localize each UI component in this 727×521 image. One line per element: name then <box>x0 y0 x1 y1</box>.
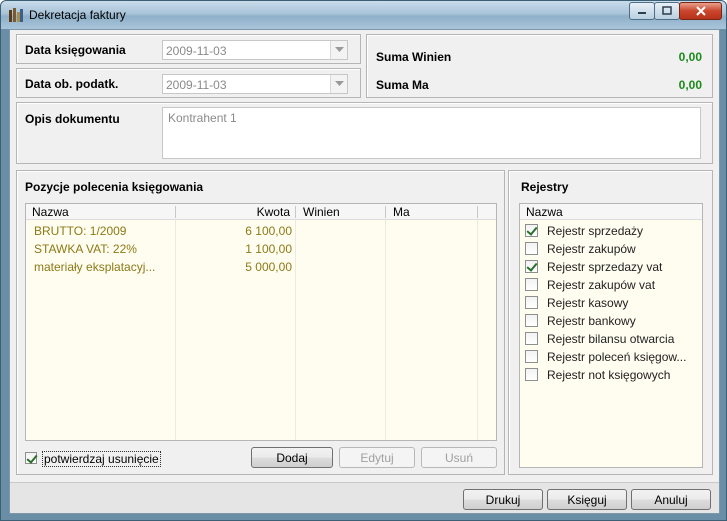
column-header-credit[interactable]: Ma <box>393 205 410 219</box>
row-amount: 1 100,00 <box>245 242 292 256</box>
dialog-window: Dekretacja faktury Data księgowania 2009… <box>0 0 727 521</box>
tax-date-combo[interactable]: 2009-11-03 <box>162 74 348 94</box>
register-checkbox[interactable] <box>525 224 538 237</box>
register-label: Rejestr sprzedaży <box>547 224 644 238</box>
column-header-name[interactable]: Nazwa <box>32 205 69 219</box>
register-checkbox[interactable] <box>525 296 538 309</box>
row-amount: 6 100,00 <box>245 224 292 238</box>
cancel-button[interactable]: Anuluj <box>631 489 711 510</box>
register-label: Rejestr bilansu otwarcia <box>547 332 675 346</box>
description-panel: Opis dokumentu Kontrahent 1 <box>16 102 713 164</box>
register-checkbox[interactable] <box>525 278 538 291</box>
tax-date-panel: Data ob. podatk. 2009-11-03 <box>16 68 361 98</box>
register-label: Rejestr kasowy <box>547 296 629 310</box>
confirm-delete-checkbox[interactable] <box>25 452 37 464</box>
print-button[interactable]: Drukuj <box>463 489 543 510</box>
add-button[interactable]: Dodaj <box>251 447 333 468</box>
list-item[interactable]: Rejestr not księgowych <box>520 365 702 383</box>
close-icon <box>695 6 706 16</box>
minimize-icon <box>638 12 646 14</box>
delete-button[interactable]: Usuń <box>421 447 497 468</box>
registers-panel: Rejestry Nazwa Rejestr sprzedaży Rejestr… <box>508 170 713 475</box>
description-textarea[interactable]: Kontrahent 1 <box>162 107 701 159</box>
list-item[interactable]: Rejestr kasowy <box>520 293 702 311</box>
close-button[interactable] <box>679 2 722 20</box>
chevron-down-icon[interactable] <box>330 41 347 59</box>
chevron-down-icon[interactable] <box>330 75 347 93</box>
column-header-name[interactable]: Nazwa <box>526 205 563 219</box>
list-item[interactable]: Rejestr zakupów vat <box>520 275 702 293</box>
positions-title: Pozycje polecenia księgowania <box>25 180 204 194</box>
list-item[interactable]: Rejestr sprzedazy vat <box>520 257 702 275</box>
tax-date-label: Data ob. podatk. <box>25 77 119 91</box>
edit-button[interactable]: Edytuj <box>339 447 415 468</box>
window-title: Dekretacja faktury <box>29 8 126 22</box>
register-checkbox[interactable] <box>525 314 538 327</box>
posting-date-panel: Data księgowania 2009-11-03 <box>16 34 361 64</box>
positions-table-header: Nazwa Kwota Winien Ma <box>26 204 496 220</box>
maximize-button[interactable] <box>654 2 680 20</box>
register-label: Rejestr poleceń księgow... <box>547 350 687 364</box>
register-label: Rejestr zakupów vat <box>547 278 656 292</box>
description-label: Opis dokumentu <box>25 112 120 126</box>
column-header-debit[interactable]: Winien <box>303 205 340 219</box>
credit-sum-label: Suma Ma <box>376 78 429 92</box>
register-checkbox[interactable] <box>525 350 538 363</box>
registers-list-header: Nazwa <box>520 204 702 220</box>
post-button[interactable]: Księguj <box>547 489 627 510</box>
register-label: Rejestr zakupów <box>547 242 636 256</box>
title-bar[interactable]: Dekretacja faktury <box>1 1 726 29</box>
posting-date-value: 2009-11-03 <box>166 44 227 58</box>
maximize-icon <box>662 6 672 15</box>
table-row[interactable]: STAWKA VAT: 22% 1 100,00 <box>26 239 496 257</box>
column-header-amount[interactable]: Kwota <box>257 205 290 219</box>
register-label: Rejestr sprzedazy vat <box>547 260 663 274</box>
list-item[interactable]: Rejestr poleceń księgow... <box>520 347 702 365</box>
list-item[interactable]: Rejestr zakupów <box>520 239 702 257</box>
registers-list[interactable]: Nazwa Rejestr sprzedaży Rejestr zakupów … <box>519 203 703 468</box>
posting-date-label: Data księgowania <box>25 43 126 57</box>
positions-panel: Pozycje polecenia księgowania Nazwa Kwot… <box>16 170 505 475</box>
register-label: Rejestr not księgowych <box>547 368 671 382</box>
dialog-body: Data księgowania 2009-11-03 Data ob. pod… <box>9 29 720 514</box>
description-value: Kontrahent 1 <box>168 111 237 125</box>
table-row[interactable]: materiały eksplatacyj... 5 000,00 <box>26 257 496 275</box>
confirm-delete-label: potwierdzaj usunięcie <box>42 451 161 467</box>
minimize-button[interactable] <box>629 2 655 20</box>
confirm-delete-option[interactable]: potwierdzaj usunięcie <box>25 450 185 468</box>
register-checkbox[interactable] <box>525 368 538 381</box>
debit-sum-label: Suma Winien <box>376 50 452 64</box>
row-name: BRUTTO: 1/2009 <box>34 224 127 238</box>
app-icon <box>9 8 23 22</box>
footer-bar: Drukuj Księguj Anuluj <box>10 482 719 513</box>
debit-sum-value: 0,00 <box>678 50 702 64</box>
registers-title: Rejestry <box>521 180 569 194</box>
positions-table[interactable]: Nazwa Kwota Winien Ma BRUTTO: 1/2009 6 1… <box>25 203 497 441</box>
list-item[interactable]: Rejestr sprzedaży <box>520 221 702 239</box>
register-label: Rejestr bankowy <box>547 314 636 328</box>
sums-panel: Suma Winien 0,00 Suma Ma 0,00 <box>366 34 713 98</box>
register-checkbox[interactable] <box>525 260 538 273</box>
posting-date-combo[interactable]: 2009-11-03 <box>162 40 348 60</box>
table-row[interactable]: BRUTTO: 1/2009 6 100,00 <box>26 221 496 239</box>
list-item[interactable]: Rejestr bilansu otwarcia <box>520 329 702 347</box>
register-checkbox[interactable] <box>525 332 538 345</box>
register-checkbox[interactable] <box>525 242 538 255</box>
tax-date-value: 2009-11-03 <box>166 78 227 92</box>
row-amount: 5 000,00 <box>245 260 292 274</box>
list-item[interactable]: Rejestr bankowy <box>520 311 702 329</box>
credit-sum-value: 0,00 <box>678 78 702 92</box>
row-name: materiały eksplatacyj... <box>34 260 156 274</box>
row-name: STAWKA VAT: 22% <box>34 242 137 256</box>
